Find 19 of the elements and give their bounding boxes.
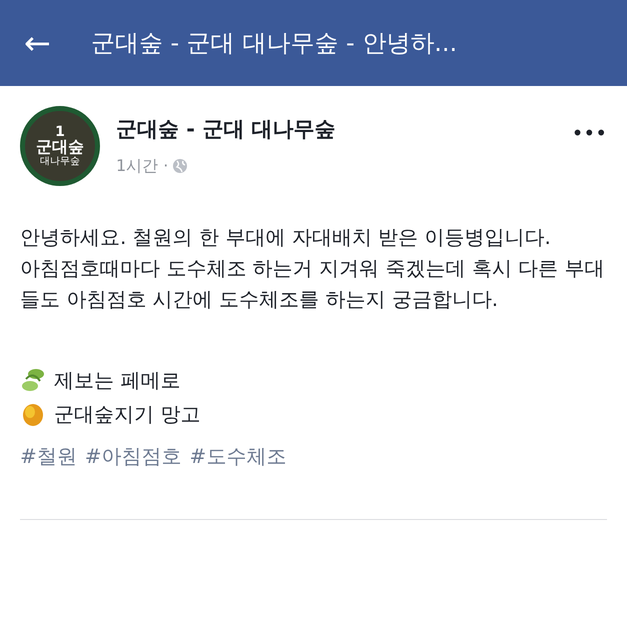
mango-icon (20, 401, 46, 427)
back-button[interactable]: ← (24, 27, 51, 59)
avatar-number: 1 (55, 125, 65, 139)
globe-icon (172, 158, 188, 174)
post-text: 안녕하세요. 철원의 한 부대에 자대배치 받은 이등병입니다. (20, 224, 552, 251)
hashtag-link[interactable]: #도수체조 (190, 441, 286, 471)
post-text: 아침점호때마다 도수체조 하는거 지겨워 죽겠는데 혹시 다른 부대들도 아침점호 시간에 도수체조를 하는지 궁금합니다. (20, 255, 606, 313)
post-text: 제보는 페메로 (54, 367, 180, 394)
page-title: 군대숲 - 군대 대나무숲 - 안녕하... (90, 28, 458, 59)
post-time: 1시간 · (116, 154, 168, 177)
leaf-icon (20, 367, 46, 393)
more-button[interactable]: ••• (572, 118, 607, 148)
post-text: 군대숲지기 망고 (54, 401, 200, 428)
hashtag-link[interactable]: #아침점호 (84, 441, 182, 471)
author-name[interactable]: 군대숲 - 군대 대나무숲 (116, 114, 556, 146)
hashtag-link[interactable]: #철원 (20, 441, 77, 471)
avatar-name: 군대숲 (36, 139, 84, 155)
avatar-subtitle: 대나무숲 (40, 157, 80, 167)
avatar[interactable]: 1 군대숲 대나무숲 (20, 106, 100, 186)
